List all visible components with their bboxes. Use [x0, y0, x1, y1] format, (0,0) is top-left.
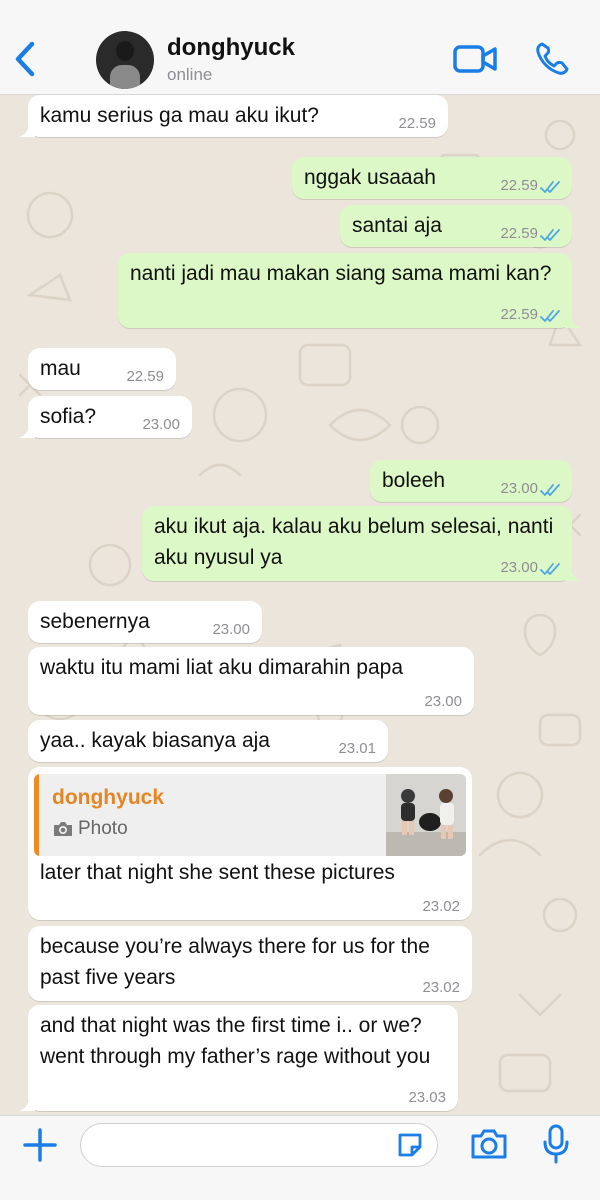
message-time: 23.00 [212, 621, 250, 638]
message-time: 23.00 [142, 416, 180, 433]
read-ticks-icon [540, 310, 560, 322]
message-text: aku ikut aja. kalau aku belum selesai, n… [154, 515, 554, 569]
incoming-message[interactable]: sebenernya 23.00 [28, 601, 262, 643]
message-time: 23.00 [500, 559, 538, 576]
outgoing-message[interactable]: santai aja 22.59 [340, 205, 572, 247]
read-ticks-icon [540, 181, 560, 193]
phone-icon[interactable] [533, 40, 571, 78]
message-text: sofia? [40, 405, 97, 428]
outgoing-message[interactable]: aku ikut aja. kalau aku belum selesai, n… [142, 506, 581, 581]
camera-icon[interactable] [470, 1127, 508, 1161]
sticker-icon[interactable] [396, 1131, 424, 1159]
incoming-message[interactable]: and that night was the first time i.. or… [19, 1005, 458, 1111]
avatar[interactable] [96, 31, 154, 89]
outgoing-message[interactable]: nanti jadi mau makan siang sama mami kan… [118, 253, 581, 328]
contact-status: online [167, 65, 213, 84]
chat-header: donghyuck online [0, 0, 600, 95]
read-ticks-icon [540, 563, 560, 575]
reply-accent-bar [34, 774, 39, 856]
message-time: 23.00 [424, 693, 462, 710]
message-time: 22.59 [126, 368, 164, 385]
incoming-message[interactable]: sofia? 23.00 [19, 396, 192, 438]
incoming-message[interactable]: kamu serius ga mau aku ikut? 22.59 [19, 95, 448, 137]
message-time: 23.02 [422, 979, 460, 996]
outgoing-message[interactable]: boleeh 23.00 [370, 460, 572, 502]
message-time: 22.59 [398, 115, 436, 132]
message-time: 23.00 [500, 480, 538, 497]
photo-thumbnail[interactable] [386, 774, 466, 856]
outgoing-message[interactable]: nggak usaaah 22.59 [292, 157, 572, 199]
message-input[interactable] [80, 1123, 438, 1167]
message-text: nanti jadi mau makan siang sama mami kan… [130, 262, 552, 285]
bubble-tail-right [565, 567, 581, 581]
bubble-tail-left [19, 1097, 35, 1111]
camera-small-icon [54, 822, 72, 836]
reply-media-type: Photo [78, 818, 128, 839]
read-ticks-icon [540, 229, 560, 241]
incoming-message[interactable]: yaa.. kayak biasanya aja 23.01 [28, 720, 388, 762]
message-time: 22.59 [500, 177, 538, 194]
plus-icon[interactable] [22, 1127, 58, 1163]
message-time: 22.59 [500, 225, 538, 242]
message-text: sebenernya [40, 610, 150, 633]
message-text: mau [40, 357, 81, 380]
message-time: 23.01 [338, 740, 376, 757]
message-text: kamu serius ga mau aku ikut? [40, 104, 319, 127]
message-time: 22.59 [500, 306, 538, 323]
message-text: later that night she sent these pictures [40, 861, 395, 884]
reply-author: donghyuck [52, 786, 165, 809]
message-time: 23.02 [422, 898, 460, 915]
message-text: because you’re always there for us for t… [40, 935, 430, 989]
bubble-tail-left [19, 123, 35, 137]
incoming-message[interactable]: because you’re always there for us for t… [28, 926, 472, 1001]
contact-name[interactable]: donghyuck [167, 34, 295, 62]
mic-icon[interactable] [542, 1124, 570, 1164]
message-time: 23.03 [408, 1089, 446, 1106]
incoming-message[interactable]: waktu itu mami liat aku dimarahin papa 23… [28, 647, 474, 715]
read-ticks-icon [540, 484, 560, 496]
video-call-icon[interactable] [452, 42, 498, 76]
message-text: yaa.. kayak biasanya aja [40, 729, 270, 752]
message-text: waktu itu mami liat aku dimarahin papa [40, 656, 404, 679]
quoted-reply[interactable]: donghyuck Photo [34, 774, 466, 856]
back-chevron-icon[interactable] [8, 34, 42, 84]
incoming-message[interactable]: mau 22.59 [28, 348, 176, 390]
message-text: santai aja [352, 214, 442, 237]
message-text: boleeh [382, 469, 446, 492]
bubble-tail-right [565, 314, 581, 328]
bubble-tail-left [19, 424, 35, 438]
message-text: nggak usaaah [304, 166, 436, 189]
message-text: and that night was the first time i.. or… [40, 1014, 431, 1068]
